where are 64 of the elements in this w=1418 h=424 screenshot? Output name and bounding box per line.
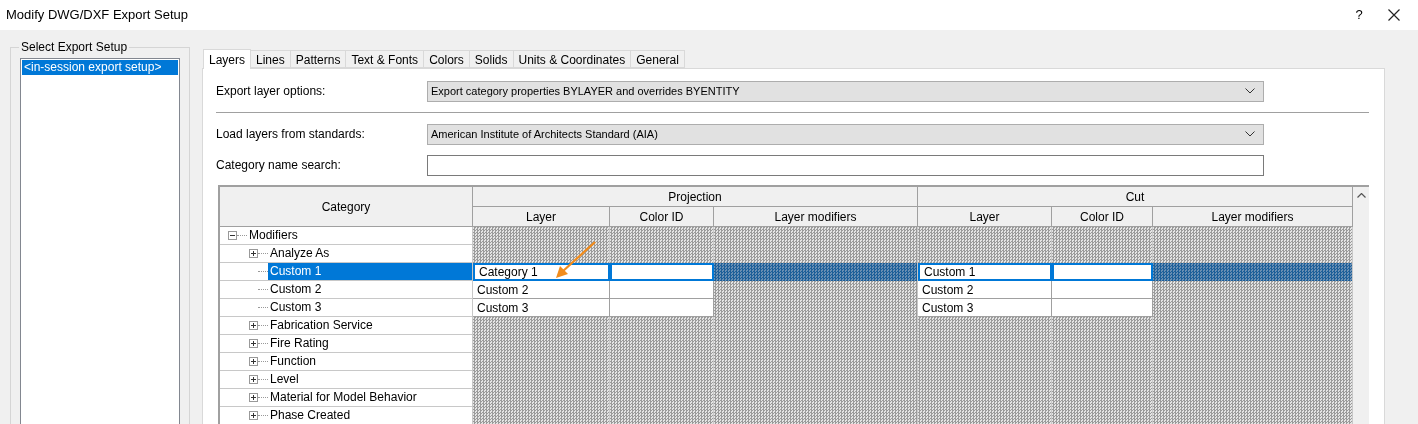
tree-item[interactable]: Modifiers (247, 227, 300, 244)
search-field[interactable] (427, 154, 1264, 176)
column-group-header: Cut (918, 187, 1353, 207)
tree-item[interactable]: Custom 2 (268, 281, 324, 298)
column-header: Color ID (610, 207, 714, 227)
chevron-down-icon (1245, 131, 1255, 137)
help-button[interactable]: ? (1344, 5, 1374, 25)
tree-item[interactable]: Custom 3 (268, 299, 324, 316)
field-label: Export layer options: (216, 83, 327, 100)
table-cell[interactable] (610, 281, 714, 299)
column-header: Layer modifiers (1153, 207, 1353, 227)
tab[interactable]: Solids (469, 50, 514, 68)
tab[interactable]: Units & Coordinates (513, 50, 632, 68)
scrollbar[interactable] (1353, 187, 1369, 424)
dropdown[interactable]: Export category properties BYLAYER and overrides BYENTITY (427, 80, 1264, 102)
table-cell[interactable]: Custom 2 (918, 281, 1052, 299)
table-cell[interactable] (610, 299, 714, 317)
table-cell[interactable] (1052, 299, 1153, 317)
table-cell[interactable] (1052, 263, 1153, 281)
list-item[interactable]: <in-session export setup> (22, 60, 178, 75)
column-header: Layer (918, 207, 1052, 227)
tab[interactable]: General (631, 50, 685, 68)
tab[interactable]: Patterns (290, 50, 347, 68)
minus-icon[interactable] (228, 231, 237, 240)
tree-item[interactable]: Material for Model Behavior (268, 389, 419, 406)
tree-item[interactable]: Fabrication Service (268, 317, 375, 334)
tree-item[interactable]: Custom 1 (268, 263, 472, 280)
table-cell[interactable]: Custom 3 (473, 299, 610, 317)
tree-item[interactable]: Fire Rating (268, 335, 331, 352)
field-label: Load layers from standards: (216, 126, 366, 143)
tab[interactable]: Text & Fonts (346, 50, 425, 68)
plus-icon[interactable] (249, 393, 258, 402)
table-cell[interactable] (1052, 281, 1153, 299)
tree-item[interactable]: Analyze As (268, 245, 332, 262)
field-label: Category name search: (216, 157, 342, 174)
dropdown[interactable]: American Institute of Architects Standard (AIA) (427, 123, 1264, 145)
plus-icon[interactable] (249, 339, 258, 348)
column-header: Layer (473, 207, 610, 227)
plus-icon[interactable] (249, 375, 258, 384)
plus-icon[interactable] (249, 321, 258, 330)
tree-item[interactable]: Phase Created (268, 407, 353, 424)
column-header: Category (220, 187, 473, 227)
column-header: Layer modifiers (714, 207, 918, 227)
tree-item[interactable]: Level (268, 371, 301, 388)
table-cell[interactable]: Custom 3 (918, 299, 1052, 317)
annotation-arrow-icon (554, 240, 598, 280)
tree-item[interactable]: Function (268, 353, 319, 370)
column-header: Color ID (1052, 207, 1153, 227)
plus-icon[interactable] (249, 357, 258, 366)
plus-icon[interactable] (249, 249, 258, 258)
column-group-header: Projection (473, 187, 918, 207)
window-title: Modify DWG/DXF Export Setup (6, 6, 190, 25)
close-icon[interactable] (1388, 9, 1400, 21)
chevron-down-icon (1245, 88, 1255, 94)
table-cell[interactable]: Custom 2 (473, 281, 610, 299)
table-cell[interactable] (610, 263, 714, 281)
plus-icon[interactable] (249, 411, 258, 420)
group-label: Select Export Setup (19, 40, 130, 54)
scroll-up-icon[interactable] (1356, 193, 1366, 198)
tab[interactable]: Layers (203, 49, 252, 69)
table-cell[interactable]: Custom 1 (918, 263, 1052, 281)
tab[interactable]: Colors (424, 50, 470, 68)
table-cell[interactable]: Category 1 (473, 263, 610, 281)
tab[interactable]: Lines (251, 50, 291, 68)
